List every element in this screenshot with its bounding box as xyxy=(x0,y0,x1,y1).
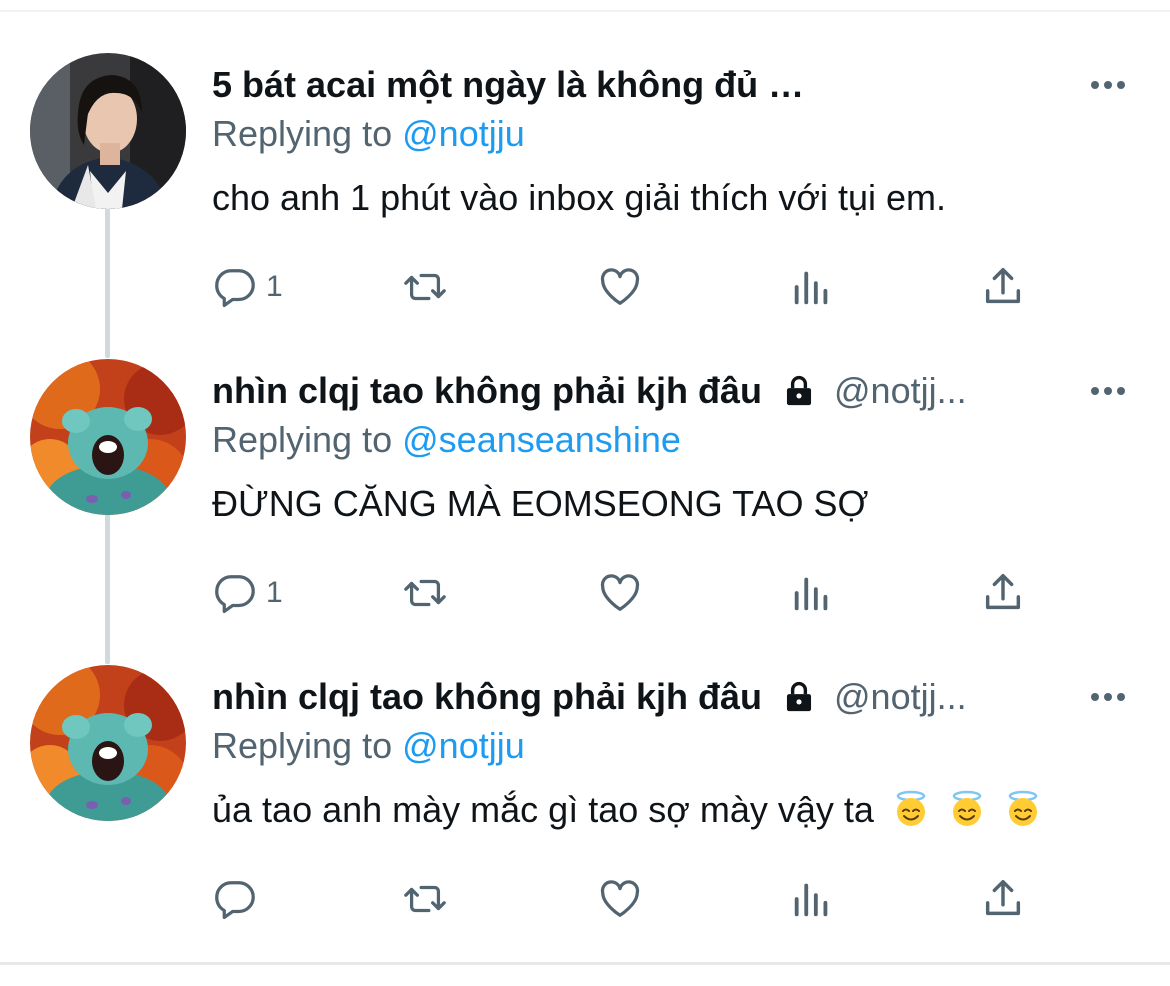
share-icon xyxy=(985,268,1021,304)
like-button[interactable] xyxy=(597,869,643,929)
share-button[interactable] xyxy=(980,563,1026,623)
heart-icon xyxy=(600,880,640,917)
retweet-button[interactable] xyxy=(402,563,448,623)
heart-icon xyxy=(600,574,640,611)
smiling-face-with-halo-icon xyxy=(952,790,982,826)
bottom-divider xyxy=(0,962,1170,965)
retweet-icon xyxy=(404,885,446,913)
reply-button[interactable]: 1 xyxy=(212,257,283,317)
reply-icon xyxy=(215,269,255,308)
tweet-header: nhìn clqj tao không phải kjh đâu @notjj.… xyxy=(212,367,1060,415)
retweet-button[interactable] xyxy=(402,257,448,317)
author-name[interactable]: nhìn clqj tao không phải kjh đâu xyxy=(212,676,762,718)
avatar[interactable] xyxy=(30,359,186,515)
retweet-icon xyxy=(404,273,446,301)
more-icon[interactable] xyxy=(1088,677,1128,717)
reply-button[interactable] xyxy=(212,869,266,929)
action-bar: 1 xyxy=(212,563,1062,623)
replying-label: Replying to xyxy=(212,113,393,154)
like-button[interactable] xyxy=(597,563,643,623)
mention-link[interactable]: @notjju xyxy=(402,113,525,154)
views-button[interactable] xyxy=(789,257,835,317)
mention-link[interactable]: @notjju xyxy=(402,725,525,766)
analytics-icon xyxy=(794,883,828,917)
share-icon xyxy=(985,574,1021,610)
tweet[interactable]: nhìn clqj tao không phải kjh đâu @notjj.… xyxy=(0,359,1170,665)
author-handle[interactable]: @notjj... xyxy=(834,370,967,412)
author-handle[interactable]: @notjj... xyxy=(834,676,967,718)
reply-count: 1 xyxy=(266,576,283,609)
replying-to: Replying to @seanseanshine xyxy=(212,419,681,461)
reply-button[interactable]: 1 xyxy=(212,563,283,623)
action-bar xyxy=(212,869,1062,929)
reply-icon xyxy=(215,575,255,614)
action-bar: 1 xyxy=(212,257,1062,317)
tweet-header: nhìn clqj tao không phải kjh đâu @notjj.… xyxy=(212,673,1060,721)
tweet-header: 5 bát acai một ngày là không đủ … xyxy=(212,61,1060,109)
top-divider xyxy=(0,10,1170,12)
replying-label: Replying to xyxy=(212,419,393,460)
tweet-text: cho anh 1 phút vào inbox giải thích với … xyxy=(212,177,947,218)
more-icon[interactable] xyxy=(1088,65,1128,105)
retweet-button[interactable] xyxy=(402,869,448,929)
analytics-icon xyxy=(794,577,828,611)
creature-avatar-image xyxy=(30,359,186,515)
portrait-avatar-image xyxy=(30,53,186,209)
replying-to: Replying to @notjju xyxy=(212,113,525,155)
lock-icon xyxy=(786,375,812,406)
tweet-text: ủa tao anh mày mắc gì tao sợ mày vậy ta xyxy=(212,789,874,830)
replying-label: Replying to xyxy=(212,725,393,766)
share-button[interactable] xyxy=(980,257,1026,317)
tweet[interactable]: 5 bát acai một ngày là không đủ … Replyi… xyxy=(0,53,1170,359)
author-name[interactable]: nhìn clqj tao không phải kjh đâu xyxy=(212,370,762,412)
smiling-face-with-halo-icon xyxy=(1008,790,1038,826)
retweet-icon xyxy=(404,579,446,607)
mention-link[interactable]: @seanseanshine xyxy=(402,419,681,460)
avatar[interactable] xyxy=(30,53,186,209)
author-name[interactable]: 5 bát acai một ngày là không đủ … xyxy=(212,64,804,106)
reply-icon xyxy=(215,881,255,920)
lock-icon xyxy=(786,681,812,712)
like-button[interactable] xyxy=(597,257,643,317)
analytics-icon xyxy=(794,271,828,305)
reply-count: 1 xyxy=(266,270,283,303)
views-button[interactable] xyxy=(789,563,835,623)
heart-icon xyxy=(600,268,640,305)
tweet-text: ĐỪNG CĂNG MÀ EOMSEONG TAO SỢ xyxy=(212,483,869,524)
smiling-face-with-halo-icon xyxy=(896,790,926,826)
tweet-text-container: ủa tao anh mày mắc gì tao sợ mày vậy ta xyxy=(212,789,1042,831)
more-icon[interactable] xyxy=(1088,371,1128,411)
avatar[interactable] xyxy=(30,665,186,821)
views-button[interactable] xyxy=(789,869,835,929)
share-button[interactable] xyxy=(980,869,1026,929)
tweet[interactable]: nhìn clqj tao không phải kjh đâu @notjj.… xyxy=(0,665,1170,971)
creature-avatar-image xyxy=(30,665,186,821)
share-icon xyxy=(985,880,1021,916)
replying-to: Replying to @notjju xyxy=(212,725,525,767)
